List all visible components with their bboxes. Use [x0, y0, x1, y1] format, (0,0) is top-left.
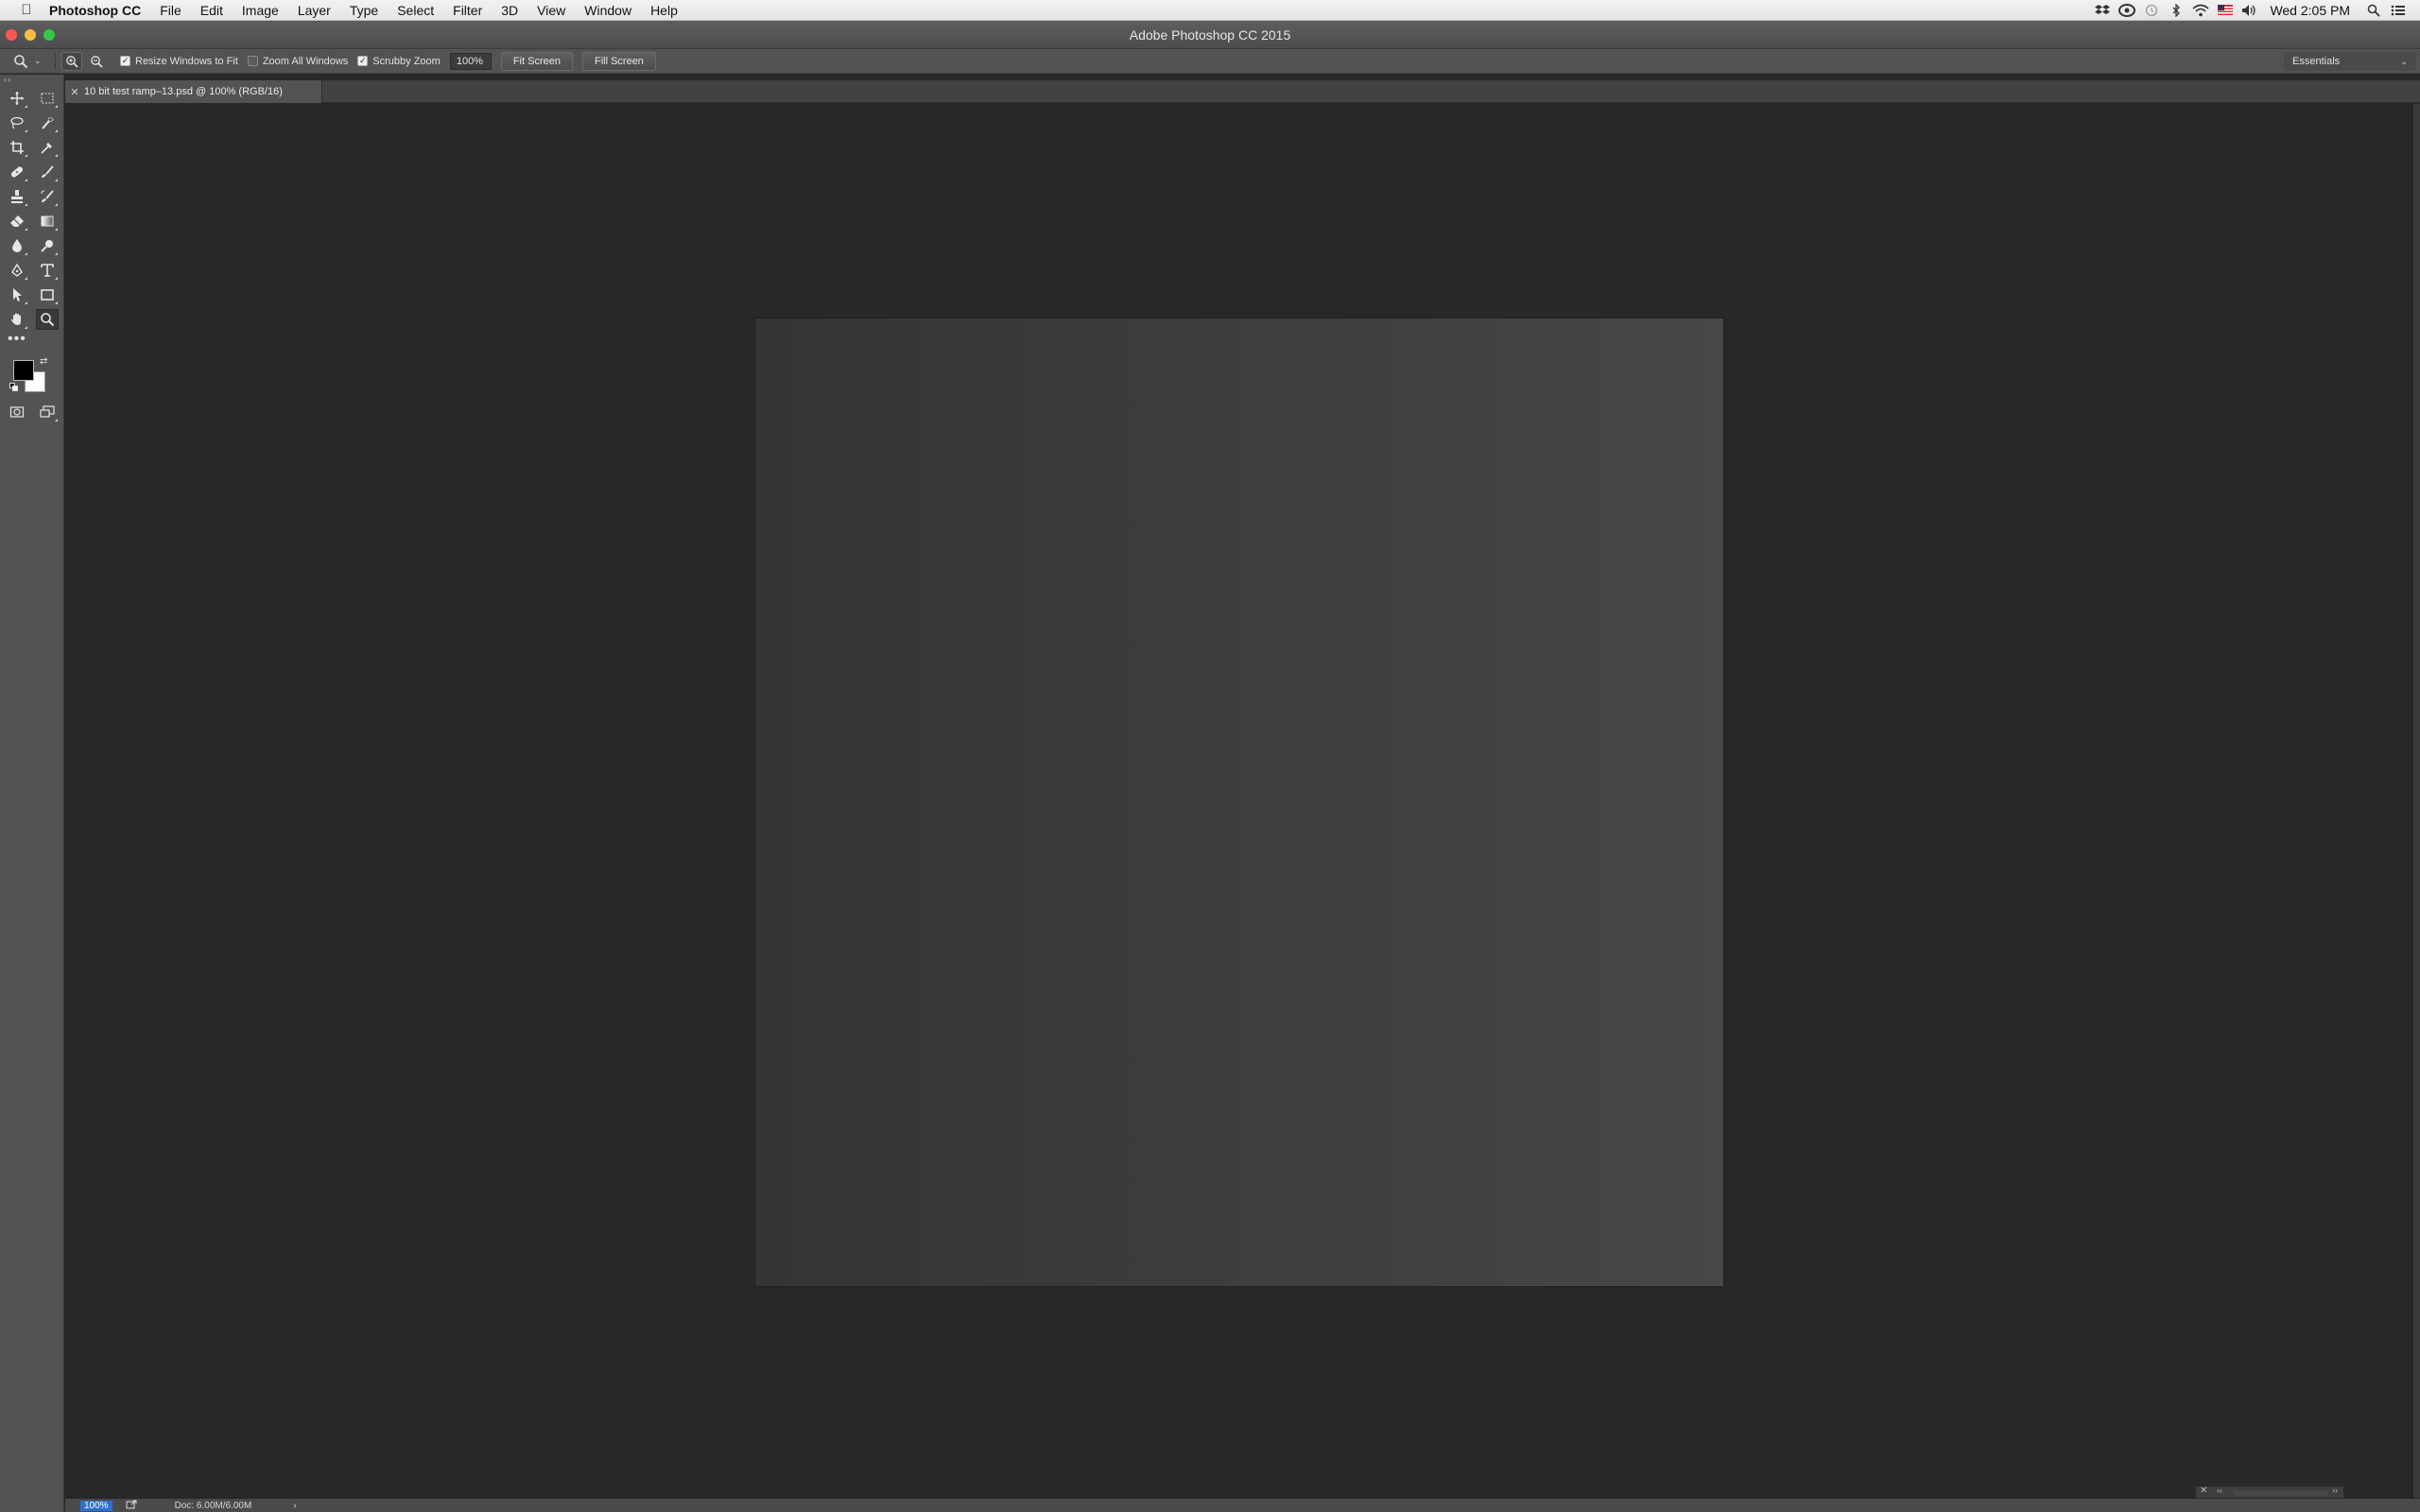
close-tab-icon[interactable]: ✕ — [65, 86, 84, 98]
zoom-in-button[interactable] — [61, 51, 82, 71]
quick-selection-tool-icon[interactable] — [36, 112, 59, 133]
us-flag-icon[interactable] — [2213, 0, 2238, 21]
status-zoom-field[interactable]: 100% — [80, 1500, 112, 1511]
collapse-panel-icon[interactable]: ›› — [2332, 1486, 2338, 1495]
marquee-tool-icon[interactable] — [36, 88, 59, 109]
apple-menu-icon[interactable]:  — [13, 2, 40, 18]
fit-screen-button[interactable]: Fit Screen — [500, 51, 573, 71]
tools-panel: ›› ••• ⇄ — [0, 75, 64, 1512]
zoom-level-field[interactable]: 100% — [449, 52, 492, 70]
scrubby-zoom-option[interactable]: ✓ Scrubby Zoom — [357, 56, 441, 67]
document-tab-title: 10 bit test ramp–13.psd @ 100% (RGB/16) — [84, 86, 283, 97]
menu-window[interactable]: Window — [575, 0, 641, 21]
close-icon[interactable]: ✕ — [2200, 1486, 2207, 1496]
blur-tool-icon[interactable] — [6, 235, 28, 256]
zoom-all-windows-label: Zoom All Windows — [262, 55, 349, 67]
dodge-tool-icon[interactable] — [36, 235, 59, 256]
move-tool-icon[interactable] — [6, 88, 28, 109]
quick-mask-icon[interactable] — [6, 402, 28, 422]
resize-windows-label: Resize Windows to Fit — [135, 55, 238, 67]
chevron-down-icon: ⌄ — [34, 56, 42, 65]
menu-help[interactable]: Help — [641, 0, 687, 21]
collapsed-panel[interactable]: ✕ ‹‹ ›› — [2195, 1486, 2344, 1499]
healing-brush-tool-icon[interactable] — [6, 162, 28, 182]
screen-mode-icon[interactable] — [36, 402, 59, 422]
menu-select[interactable]: Select — [388, 0, 443, 21]
expand-panel-icon[interactable]: ‹‹ — [2217, 1486, 2222, 1495]
menu-bar:  Photoshop CC File Edit Image Layer Typ… — [0, 0, 2420, 21]
gradient-tool-icon[interactable] — [36, 211, 59, 232]
bluetooth-icon[interactable] — [2164, 0, 2188, 21]
zoom-all-windows-checkbox[interactable] — [247, 56, 258, 66]
panel-title-bar[interactable] — [2234, 1490, 2328, 1496]
menu-app-name[interactable]: Photoshop CC — [40, 0, 150, 21]
rectangle-tool-icon[interactable] — [36, 284, 59, 305]
status-menu-arrow[interactable]: › — [293, 1501, 296, 1511]
menu-clock[interactable]: Wed 2:05 PM — [2262, 3, 2361, 18]
resize-windows-option[interactable]: ✓ Resize Windows to Fit — [120, 56, 238, 67]
volume-icon[interactable] — [2238, 0, 2262, 21]
color-swatches: ⇄ — [0, 356, 63, 400]
document-tab[interactable]: ✕ 10 bit test ramp–13.psd @ 100% (RGB/16… — [65, 80, 322, 103]
crop-tool-icon[interactable] — [6, 137, 28, 158]
document-canvas[interactable] — [755, 318, 1723, 1286]
wifi-icon[interactable] — [2188, 0, 2213, 21]
eyedropper-tool-icon[interactable] — [36, 137, 59, 158]
zoom-tool-icon[interactable] — [36, 309, 59, 330]
document-size-info: Doc: 6.00M/6.00M — [174, 1500, 252, 1511]
dropbox-icon[interactable] — [2090, 0, 2115, 21]
export-icon[interactable] — [126, 1500, 137, 1512]
default-colors-icon[interactable] — [9, 383, 19, 392]
menu-filter[interactable]: Filter — [443, 0, 492, 21]
workspace-label: Essentials — [2292, 55, 2341, 67]
menu-file[interactable]: File — [150, 0, 191, 21]
eraser-tool-icon[interactable] — [6, 211, 28, 232]
clone-stamp-tool-icon[interactable] — [6, 186, 28, 207]
window-zoom-button[interactable] — [43, 28, 55, 41]
lasso-tool-icon[interactable] — [6, 112, 28, 133]
workspace-switcher[interactable]: Essentials ⌄ — [2284, 51, 2416, 71]
scrubby-zoom-checkbox[interactable]: ✓ — [357, 56, 369, 66]
spotlight-search-icon[interactable] — [2361, 0, 2386, 21]
foreground-color-swatch[interactable] — [13, 360, 34, 381]
resize-windows-checkbox[interactable]: ✓ — [120, 56, 130, 66]
hand-tool-icon[interactable] — [6, 309, 28, 330]
swap-colors-icon[interactable]: ⇄ — [40, 356, 47, 367]
status-bar: 100% Doc: 6.00M/6.00M › — [65, 1499, 2420, 1512]
document-tab-bar: ✕ 10 bit test ramp–13.psd @ 100% (RGB/16… — [65, 80, 2420, 103]
zoom-out-icon — [91, 55, 103, 68]
creative-cloud-icon[interactable] — [2115, 0, 2139, 21]
panel-grip-icon[interactable]: ›› — [0, 75, 63, 86]
edit-toolbar-icon[interactable]: ••• — [0, 332, 63, 351]
chevron-down-icon: ⌄ — [2400, 56, 2408, 66]
menu-layer[interactable]: Layer — [288, 0, 340, 21]
zoom-out-button[interactable] — [86, 52, 107, 71]
scrubby-zoom-label: Scrubby Zoom — [372, 55, 441, 67]
zoom-in-icon — [66, 55, 78, 68]
window-title: Adobe Photoshop CC 2015 — [1129, 27, 1291, 43]
pen-tool-icon[interactable] — [6, 260, 28, 281]
pasteboard[interactable] — [65, 104, 2413, 1498]
zoom-all-windows-option[interactable]: Zoom All Windows — [247, 55, 349, 67]
notification-center-icon[interactable] — [2386, 0, 2411, 21]
path-selection-tool-icon[interactable] — [6, 284, 28, 305]
type-tool-icon[interactable] — [36, 260, 59, 281]
menu-view[interactable]: View — [527, 0, 575, 21]
menu-3d[interactable]: 3D — [492, 0, 527, 21]
options-bar: ⌄ ✓ Resize Windows to Fit Zoom All Windo… — [0, 49, 2420, 74]
window-minimize-button[interactable] — [25, 28, 36, 41]
history-brush-tool-icon[interactable] — [36, 186, 59, 207]
zoom-tool-icon — [14, 54, 28, 68]
options-divider — [55, 52, 56, 70]
right-panel-dock-edge[interactable] — [2413, 104, 2420, 1498]
menu-edit[interactable]: Edit — [191, 0, 233, 21]
time-machine-icon[interactable] — [2139, 0, 2164, 21]
menu-type[interactable]: Type — [340, 0, 388, 21]
fill-screen-button[interactable]: Fill Screen — [581, 51, 656, 71]
tool-preset-picker[interactable]: ⌄ — [0, 49, 49, 74]
brush-tool-icon[interactable] — [36, 162, 59, 182]
window-close-button[interactable] — [6, 28, 17, 41]
window-title-bar: Adobe Photoshop CC 2015 — [0, 21, 2420, 49]
menu-image[interactable]: Image — [233, 0, 288, 21]
